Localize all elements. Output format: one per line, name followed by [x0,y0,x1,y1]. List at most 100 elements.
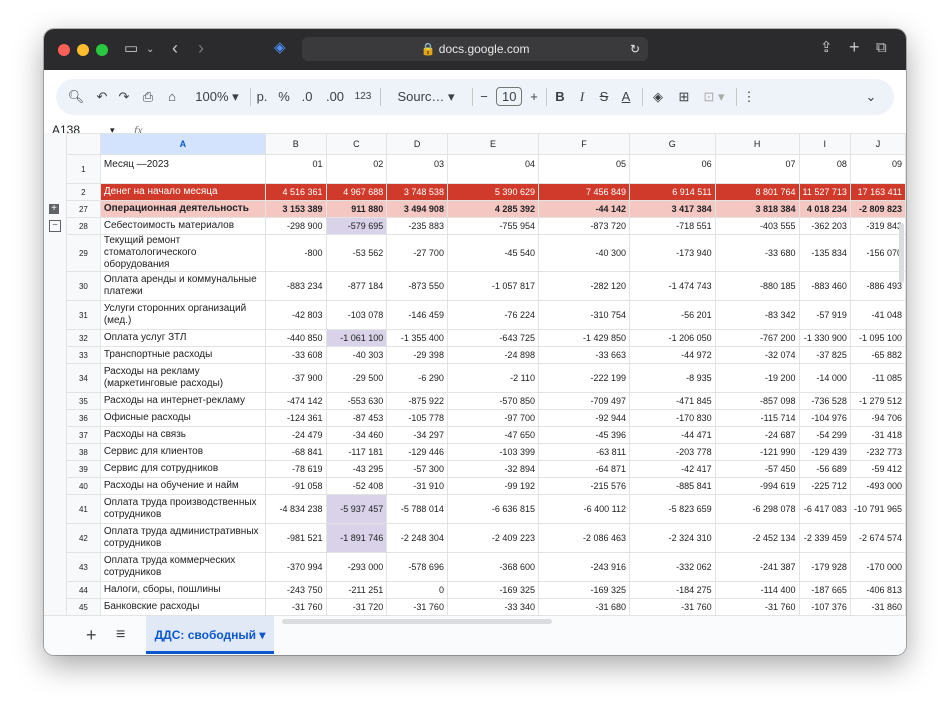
value-cell[interactable]: -370 994 [264,552,327,582]
value-cell[interactable]: -32 074 [714,346,800,364]
value-cell[interactable]: 3 748 538 [386,183,448,201]
value-cell[interactable]: -103 078 [325,300,388,330]
row-number[interactable]: 33 [66,346,101,364]
value-cell[interactable]: -42 803 [264,300,327,330]
row-number[interactable]: 38 [66,443,101,461]
value-cell[interactable]: -2 324 310 [628,523,716,553]
value-cell[interactable]: -883 460 [798,271,851,301]
value-cell[interactable]: -47 650 [446,426,539,444]
zoom-window-button[interactable] [96,44,108,56]
value-cell[interactable]: -31 910 [386,477,448,495]
value-cell[interactable]: -99 192 [446,477,539,495]
row-number[interactable]: 39 [66,460,101,478]
value-cell[interactable]: -29 500 [325,363,388,393]
value-cell[interactable]: 4 018 234 [798,200,851,218]
value-cell[interactable]: -184 275 [628,581,716,599]
back-icon[interactable]: ‹ [172,39,178,57]
currency-format-button[interactable]: р. [254,79,270,115]
value-cell[interactable]: -6 636 815 [446,494,539,524]
value-cell[interactable]: -885 841 [628,477,716,495]
row-number[interactable]: 37 [66,426,101,444]
value-cell[interactable]: -2 409 223 [446,523,539,553]
value-cell[interactable]: -362 203 [798,217,851,235]
row-number[interactable]: 43 [66,552,101,582]
value-cell[interactable]: -1 206 050 [628,329,716,347]
column-header[interactable]: A [99,133,266,155]
row-label-cell[interactable]: Транспортные расходы [99,346,266,364]
value-cell[interactable]: -104 976 [798,409,851,427]
row-number[interactable]: 40 [66,477,101,495]
percent-format-button[interactable]: % [276,79,292,115]
value-cell[interactable]: -32 894 [446,460,539,478]
value-cell[interactable]: -222 199 [537,363,630,393]
add-sheet-button[interactable]: + [86,616,97,654]
sheet-tab-active[interactable]: ДДС: свободный ▾ [146,616,274,654]
value-cell[interactable]: -34 460 [325,426,388,444]
row-number[interactable]: 1 [66,154,101,184]
value-cell[interactable]: -5 788 014 [386,494,448,524]
value-cell[interactable]: -91 058 [264,477,327,495]
zoom-select[interactable]: 100% ▾ [190,79,244,115]
value-cell[interactable]: -6 290 [386,363,448,393]
value-cell[interactable]: -53 562 [325,234,388,272]
value-cell[interactable]: -493 000 [849,477,906,495]
value-cell[interactable]: -57 450 [714,460,800,478]
value-cell[interactable]: -875 922 [386,392,448,410]
value-cell[interactable]: -243 916 [537,552,630,582]
borders-icon[interactable]: ⊞ [674,79,694,115]
value-cell[interactable]: -24 898 [446,346,539,364]
value-cell[interactable]: -211 251 [325,581,388,599]
value-cell[interactable]: -169 325 [537,581,630,599]
row-label-cell[interactable]: Оплата труда производственных сотруднико… [99,494,266,524]
value-cell[interactable]: -203 778 [628,443,716,461]
paint-format-icon[interactable]: ⌂ [162,79,182,115]
merge-cells-icon[interactable]: ⊡ ▾ [698,79,730,115]
value-cell[interactable]: -124 361 [264,409,327,427]
row-number[interactable]: 30 [66,271,101,301]
row-number[interactable]: 29 [66,234,101,272]
value-cell[interactable]: 911 880 [325,200,388,218]
row-label-cell[interactable]: Банковские расходы [99,598,266,615]
value-cell[interactable]: -981 521 [264,523,327,553]
row-label-cell[interactable]: Расходы на интернет-рекламу [99,392,266,410]
value-cell[interactable]: -115 714 [714,409,800,427]
row-label-cell[interactable]: Оплата труда коммерческих сотрудников [99,552,266,582]
value-cell[interactable]: 4 285 392 [446,200,539,218]
value-cell[interactable]: -103 399 [446,443,539,461]
row-label-cell[interactable]: Оплата аренды и коммунальные платежи [99,271,266,301]
row-number[interactable]: 32 [66,329,101,347]
row-number[interactable]: 44 [66,581,101,599]
value-cell[interactable]: -52 408 [325,477,388,495]
value-cell[interactable]: -1 429 850 [537,329,630,347]
value-cell[interactable]: -41 048 [849,300,906,330]
italic-button[interactable]: I [572,79,592,115]
value-cell[interactable]: -755 954 [446,217,539,235]
value-cell[interactable]: -5 823 659 [628,494,716,524]
value-cell[interactable]: 5 390 629 [446,183,539,201]
row-label-cell[interactable]: Текущий ремонт стоматологического оборуд… [99,234,266,272]
value-cell[interactable]: -33 608 [264,346,327,364]
address-bar[interactable]: 🔒 docs.google.com ↻ [302,37,648,61]
value-cell[interactable]: -471 845 [628,392,716,410]
value-cell[interactable]: -29 398 [386,346,448,364]
print-icon[interactable]: ⎙ [138,79,158,115]
value-cell[interactable]: -78 619 [264,460,327,478]
font-select[interactable]: Sourc… ▾ [386,79,466,115]
value-cell[interactable]: -34 297 [386,426,448,444]
value-cell[interactable]: -553 630 [325,392,388,410]
close-window-button[interactable] [58,44,70,56]
value-cell[interactable]: -368 600 [446,552,539,582]
redo-icon[interactable]: ↷ [114,79,134,115]
value-cell[interactable]: -37 900 [264,363,327,393]
expand-group-icon[interactable]: + [49,204,59,214]
value-cell[interactable]: -880 185 [714,271,800,301]
value-cell[interactable]: -173 940 [628,234,716,272]
value-cell[interactable]: -403 555 [714,217,800,235]
value-cell[interactable]: -31 860 [849,598,906,615]
value-cell[interactable]: 08 [798,154,851,184]
value-cell[interactable]: -243 750 [264,581,327,599]
row-label-cell[interactable]: Расходы на обучение и найм [99,477,266,495]
collapse-toolbar-icon[interactable]: ⌄ [862,79,880,115]
value-cell[interactable]: -33 680 [714,234,800,272]
search-icon[interactable]: 🔍︎ [66,79,86,115]
